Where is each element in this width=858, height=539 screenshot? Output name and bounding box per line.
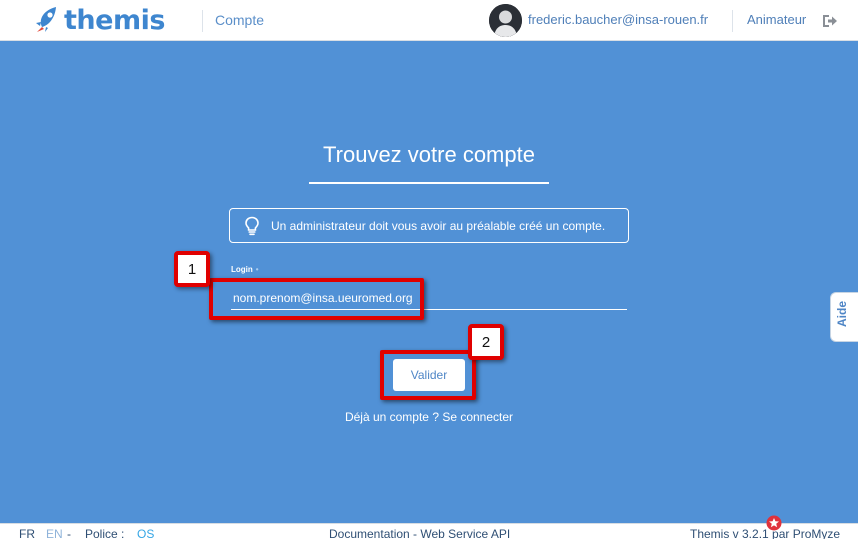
info-text: Un administrateur doit vous avoir au pré… (271, 218, 606, 233)
top-header: themis Compte frederic.baucher@insa-roue… (0, 0, 858, 41)
title-underline (309, 182, 549, 184)
info-notice: Un administrateur doit vous avoir au pré… (229, 208, 629, 243)
star-icon (766, 515, 782, 531)
page-title: Trouvez votre compte (323, 142, 535, 167)
rocket-icon (36, 7, 56, 32)
lang-fr-link[interactable]: FR (19, 527, 35, 539)
login-label-text: Login (231, 265, 253, 274)
font-label: Police : (85, 527, 125, 539)
lang-en-link[interactable]: EN (46, 527, 63, 539)
role-link[interactable]: Animateur (747, 12, 806, 27)
highlight-validate-button (380, 350, 476, 400)
font-os-option[interactable]: OS (137, 527, 154, 539)
themis-logo[interactable]: themis (34, 4, 165, 36)
brand-name: themis (64, 4, 165, 36)
lightbulb-icon (245, 216, 259, 235)
header-divider (732, 10, 733, 32)
help-tab[interactable]: Aide (830, 292, 858, 342)
footer: FR EN - Police : OS Documentation - Web … (0, 523, 858, 539)
login-label: Login • (231, 265, 259, 274)
step-badge-2: 2 (468, 324, 504, 360)
help-tab-label: Aide (835, 300, 849, 327)
logout-icon[interactable] (822, 14, 838, 28)
avatar[interactable] (489, 4, 522, 37)
user-email-link[interactable]: frederic.baucher@insa-rouen.fr (528, 12, 708, 27)
user-avatar-icon (489, 4, 522, 37)
footer-separator: - (67, 527, 71, 539)
header-divider (202, 10, 203, 32)
login-link[interactable]: Déjà un compte ? Se connecter (0, 410, 858, 424)
step-badge-1: 1 (174, 251, 210, 287)
footer-links[interactable]: Documentation - Web Service API (329, 527, 510, 539)
required-marker-icon: • (255, 265, 259, 274)
highlight-login-field (209, 278, 424, 320)
page-section-label: Compte (215, 12, 265, 28)
